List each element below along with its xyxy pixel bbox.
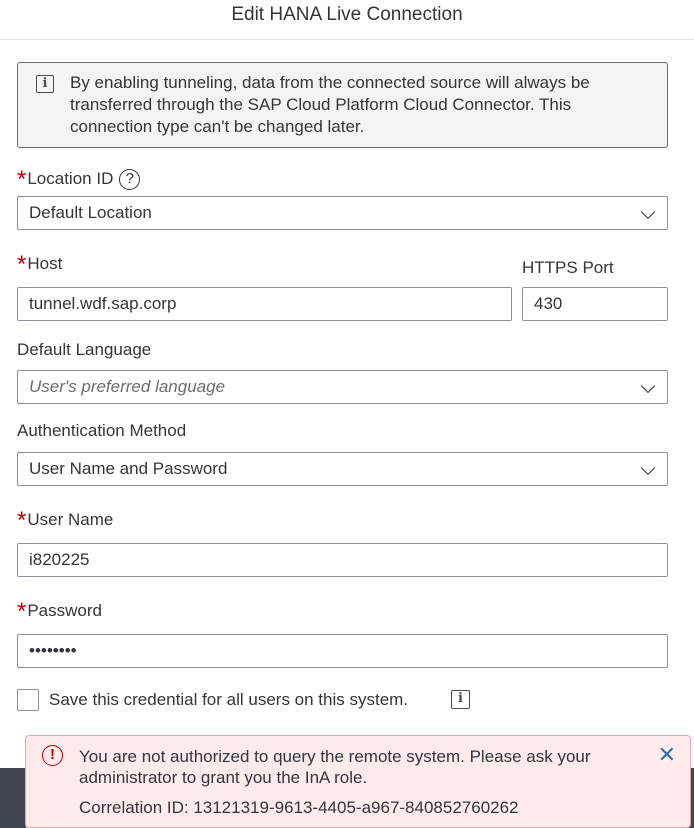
password-label-text: Password	[27, 601, 102, 620]
chevron-down-icon[interactable]	[640, 460, 656, 476]
user-name-label-text: User Name	[27, 510, 114, 529]
info-message-strip: i By enabling tunneling, data from the c…	[17, 62, 668, 148]
required-marker: *	[17, 166, 27, 193]
save-credential-checkbox[interactable]	[17, 689, 39, 711]
https-port-label: HTTPS Port	[522, 258, 614, 277]
host-label-text: Host	[27, 254, 63, 273]
error-message-text: You are not authorized to query the remo…	[79, 747, 591, 787]
authentication-method-value: User Name and Password	[29, 459, 228, 478]
default-language-select[interactable]: User's preferred language	[17, 370, 668, 404]
correlation-id-text: Correlation ID: 13121319-9613-4405-a967-…	[79, 798, 519, 817]
location-id-select[interactable]: Default Location	[17, 196, 668, 230]
default-language-placeholder: User's preferred language	[29, 377, 226, 396]
password-label: *Password	[17, 599, 102, 624]
user-name-input[interactable]: i820225	[17, 543, 668, 577]
required-marker: *	[17, 598, 27, 625]
user-name-value: i820225	[29, 550, 90, 569]
info-icon[interactable]: i	[451, 690, 470, 709]
required-marker: *	[17, 251, 27, 278]
help-icon[interactable]: ?	[119, 169, 141, 190]
dialog-header: Edit HANA Live Connection	[0, 0, 694, 40]
dialog-title: Edit HANA Live Connection	[231, 4, 463, 25]
authentication-method-select[interactable]: User Name and Password	[17, 452, 668, 486]
password-value: ••••••••	[29, 641, 77, 660]
close-icon[interactable]: ✕	[658, 744, 676, 766]
https-port-input[interactable]: 430	[522, 287, 668, 321]
save-credential-label[interactable]: Save this credential for all users on th…	[49, 690, 408, 710]
location-id-label: *Location ID?	[17, 166, 141, 193]
info-icon: i	[36, 75, 54, 93]
required-marker: *	[17, 507, 27, 534]
authentication-method-label: Authentication Method	[17, 421, 187, 440]
location-id-value: Default Location	[29, 203, 152, 222]
host-value: tunnel.wdf.sap.corp	[29, 294, 177, 313]
user-name-label: *User Name	[17, 508, 114, 533]
chevron-down-icon[interactable]	[640, 204, 656, 220]
password-input[interactable]: ••••••••	[17, 634, 668, 668]
background-panel	[0, 768, 26, 828]
host-label: *Host	[17, 252, 63, 277]
chevron-down-icon[interactable]	[640, 378, 656, 394]
error-message-toast: ! You are not authorized to query the re…	[25, 735, 691, 828]
info-message-text: By enabling tunneling, data from the con…	[70, 73, 590, 136]
location-id-label-text: Location ID	[27, 169, 114, 188]
error-icon: !	[42, 745, 63, 766]
default-language-label: Default Language	[17, 340, 152, 359]
host-input[interactable]: tunnel.wdf.sap.corp	[17, 287, 512, 321]
https-port-value: 430	[534, 294, 563, 313]
